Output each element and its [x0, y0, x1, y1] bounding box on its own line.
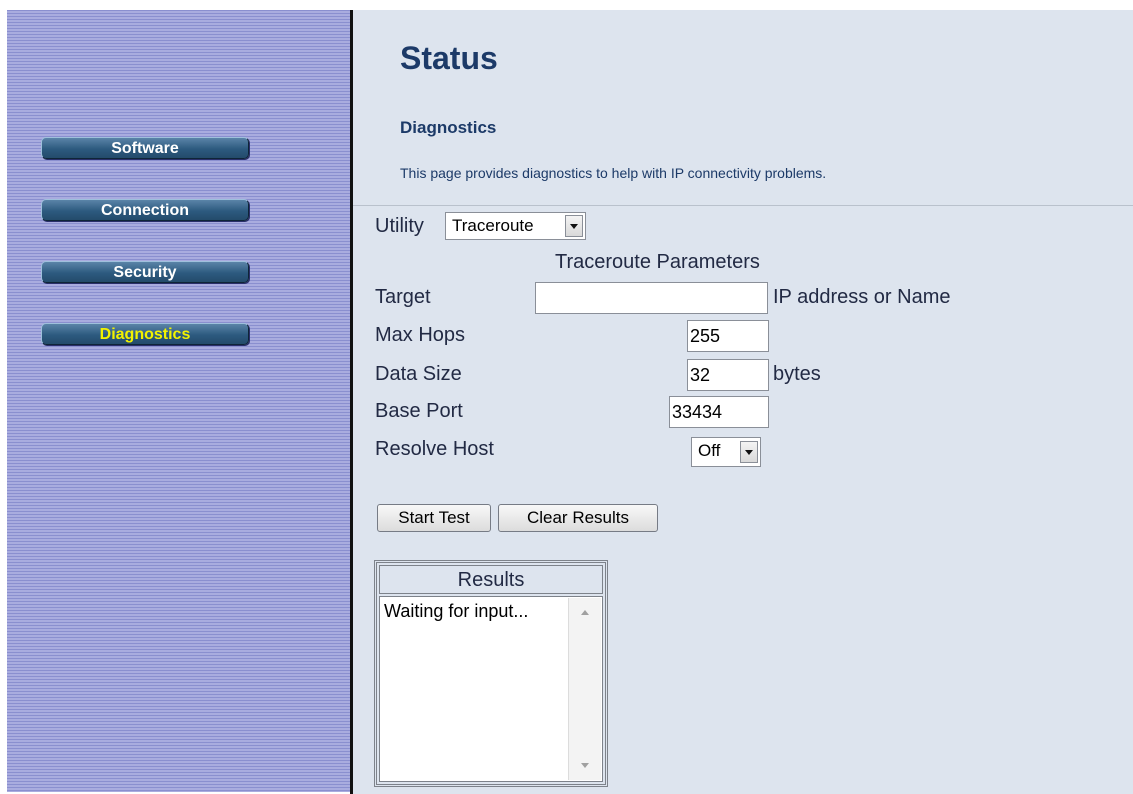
data-size-input[interactable] [687, 359, 769, 391]
divider [353, 205, 1133, 206]
utility-select[interactable]: Traceroute [445, 212, 586, 240]
sidebar-item-security[interactable]: Security [41, 261, 249, 283]
sidebar-item-connection[interactable]: Connection [41, 199, 249, 221]
max-hops-label: Max Hops [375, 324, 466, 346]
base-port-label: Base Port [375, 400, 463, 422]
section-title: Diagnostics [400, 118, 497, 137]
scroll-down-icon[interactable] [581, 763, 589, 768]
sidebar: Software Connection Security Diagnostics [7, 10, 350, 792]
page-description: This page provides diagnostics to help w… [400, 165, 827, 181]
base-port-input[interactable] [669, 396, 769, 428]
page-title: Status [400, 40, 498, 76]
resolve-host-select[interactable]: Off [691, 437, 761, 467]
scroll-up-icon[interactable] [581, 610, 589, 615]
results-heading: Results [379, 565, 603, 594]
target-hint: IP address or Name [773, 286, 951, 308]
resolve-host-label: Resolve Host [375, 438, 494, 460]
target-label: Target [375, 286, 431, 308]
start-test-button[interactable]: Start Test [377, 504, 491, 532]
results-textarea[interactable]: Waiting for input... [379, 596, 603, 782]
chevron-down-icon[interactable] [740, 441, 758, 463]
data-size-unit: bytes [773, 363, 821, 385]
utility-label: Utility [375, 215, 424, 237]
page: Software Connection Security Diagnostics… [0, 0, 1133, 794]
clear-results-button[interactable]: Clear Results [498, 504, 658, 532]
chevron-down-icon[interactable] [565, 215, 583, 237]
main-content: Status Diagnostics This page provides di… [353, 10, 1133, 794]
resolve-host-value: Off [698, 441, 721, 460]
results-text: Waiting for input... [384, 601, 529, 621]
sidebar-item-software[interactable]: Software [41, 137, 249, 159]
results-scrollbar[interactable] [568, 598, 601, 780]
utility-select-value: Traceroute [452, 216, 534, 235]
params-heading: Traceroute Parameters [555, 251, 760, 273]
data-size-label: Data Size [375, 363, 462, 385]
target-input[interactable] [535, 282, 768, 314]
max-hops-input[interactable] [687, 320, 769, 352]
sidebar-item-diagnostics[interactable]: Diagnostics [41, 323, 249, 345]
results-panel: Results Waiting for input... [374, 560, 608, 787]
